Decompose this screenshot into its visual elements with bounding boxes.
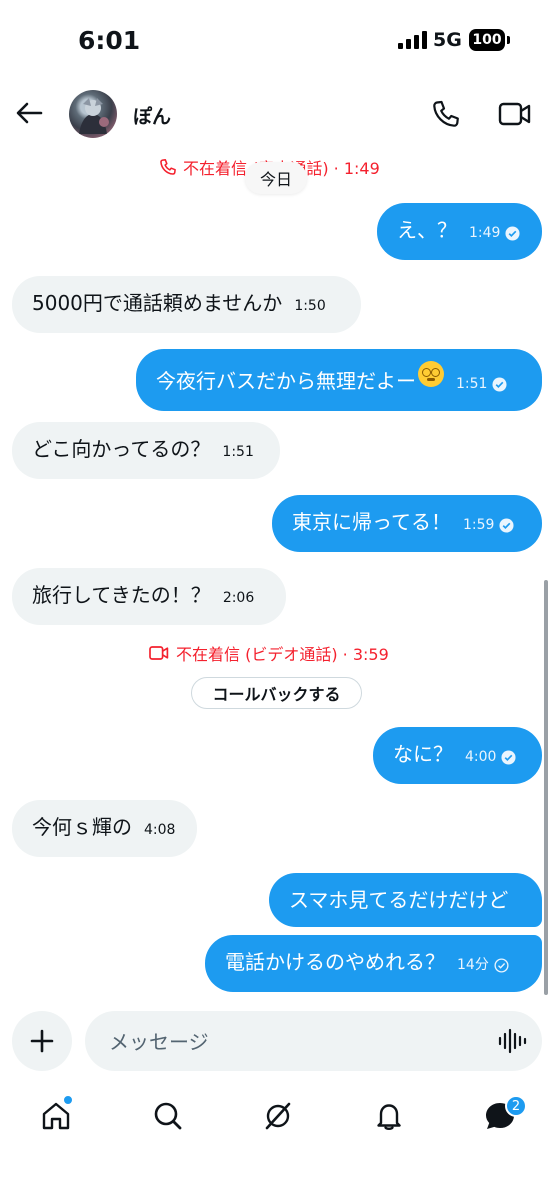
message-bubble[interactable]: え、？ 1:49: [377, 203, 542, 260]
message-time: 2:06: [222, 590, 255, 606]
sent-check-icon: [494, 957, 509, 973]
plus-icon: [30, 1029, 54, 1053]
battery-tip: [507, 36, 510, 44]
missed-video-icon: [149, 646, 169, 660]
home-notification-dot: [62, 1094, 74, 1106]
avatar[interactable]: [69, 90, 117, 138]
back-arrow-icon[interactable]: [14, 98, 44, 128]
message-bubble[interactable]: 今何ｓ輝の 4:08: [12, 800, 197, 857]
scrollbar[interactable]: [544, 580, 548, 995]
read-check-icon: [499, 517, 514, 533]
bell-icon: [377, 1104, 401, 1130]
message-bubble[interactable]: 東京に帰ってる！ 1:59: [272, 495, 542, 552]
signal-icon: [398, 31, 427, 49]
dizzy-face-emoji-icon: [418, 361, 444, 387]
message-text: なに？: [393, 742, 453, 766]
add-attachment-button[interactable]: [12, 1011, 72, 1071]
messages-badge: 2: [505, 1095, 527, 1117]
status-time: 6:01: [78, 26, 141, 55]
message-text: え、？: [397, 218, 457, 242]
read-check-icon: [501, 749, 516, 765]
network-type: 5G: [433, 29, 462, 51]
nav-search[interactable]: [148, 1096, 188, 1136]
message-input-container[interactable]: [85, 1011, 542, 1071]
message-bubble[interactable]: 電話かけるのやめれる？ 14分: [205, 935, 542, 992]
grok-icon: [265, 1102, 291, 1130]
message-time: 1:49: [469, 225, 501, 241]
message-bubble[interactable]: スマホ見てるだけだけど: [269, 873, 542, 927]
message-text: 電話かけるのやめれる？: [225, 950, 445, 974]
message-text: 今夜行バスだから無理だよー: [156, 369, 416, 393]
message-time: 1:51: [456, 376, 488, 392]
message-bubble[interactable]: 旅行してきたの！？ 2:06: [12, 568, 286, 625]
message-text: スマホ見てるだけだけど: [289, 888, 509, 912]
read-check-icon: [492, 376, 507, 392]
missed-video-call-text: 不在着信 (ビデオ通話) · 3:59: [176, 645, 389, 664]
message-bubble[interactable]: なに？ 4:00: [373, 727, 542, 784]
missed-video-call-notice: 不在着信 (ビデオ通話) · 3:59: [148, 641, 389, 665]
battery-icon: 100: [469, 29, 505, 51]
missed-phone-icon: [160, 159, 176, 175]
message-text: 東京に帰ってる！: [292, 510, 451, 534]
contact-name[interactable]: ぽん: [133, 102, 171, 129]
message-input[interactable]: [107, 1025, 481, 1059]
callback-button[interactable]: コールバックする: [191, 677, 362, 709]
message-text: 5000円で通話頼めませんか: [32, 291, 283, 315]
search-icon: [154, 1102, 182, 1130]
message-time: 4:00: [465, 749, 497, 765]
message-time: 1:51: [222, 444, 254, 460]
phone-call-icon[interactable]: [431, 99, 461, 129]
message-text: 今何ｓ輝の: [32, 815, 132, 839]
message-time: 14分: [457, 957, 489, 973]
message-text: 旅行してきたの！？: [32, 583, 211, 607]
message-time: 1:50: [294, 298, 326, 314]
message-bubble[interactable]: 今夜行バスだから無理だよー 1:51: [136, 349, 542, 411]
nav-grok[interactable]: [258, 1096, 298, 1136]
message-text: どこ向かってるの？: [32, 437, 211, 461]
read-check-icon: [505, 225, 520, 241]
message-bubble[interactable]: 5000円で通話頼めませんか 1:50: [12, 276, 361, 333]
message-time: 4:08: [144, 822, 176, 838]
message-time: 1:59: [463, 517, 495, 533]
nav-notifications[interactable]: [369, 1096, 409, 1136]
video-call-icon[interactable]: [498, 99, 532, 129]
date-divider: 今日: [245, 162, 307, 194]
message-bubble[interactable]: どこ向かってるの？ 1:51: [12, 422, 280, 479]
voice-message-icon[interactable]: [497, 1027, 527, 1055]
